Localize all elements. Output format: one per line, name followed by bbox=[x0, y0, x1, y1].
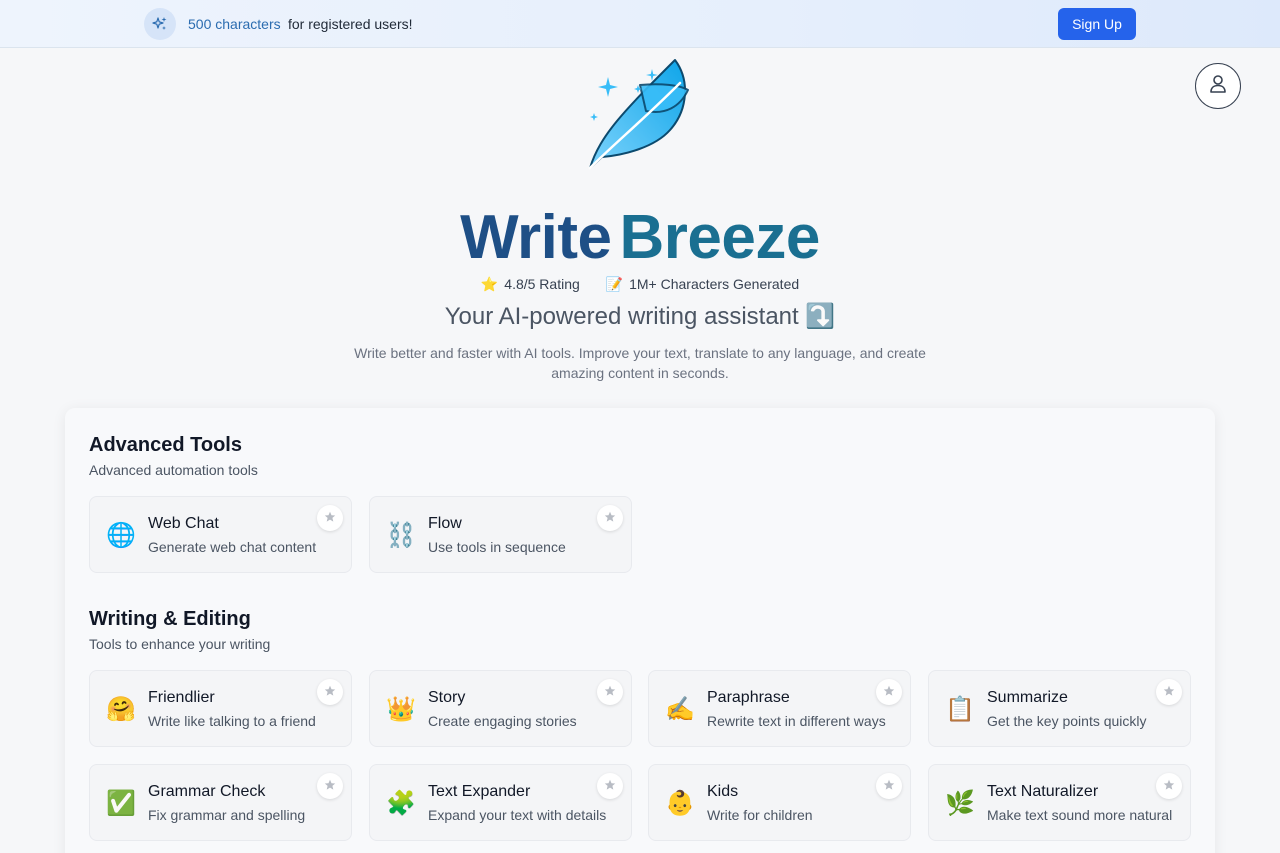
tool-card-grammar-check[interactable]: ✅ Grammar Check Fix grammar and spelling bbox=[89, 764, 352, 841]
characters-stat: 📝 1M+ Characters Generated bbox=[606, 276, 799, 293]
favorite-star-button[interactable] bbox=[317, 773, 343, 799]
profile-button[interactable] bbox=[1195, 63, 1241, 109]
brand-title-part1: Write bbox=[460, 203, 612, 272]
star-icon bbox=[324, 779, 336, 794]
tool-name: Kids bbox=[707, 783, 739, 800]
star-icon bbox=[1163, 779, 1175, 794]
herb-icon: 🌿 bbox=[945, 789, 975, 817]
tool-description: Get the key points quickly bbox=[987, 713, 1147, 729]
feather-logo-icon bbox=[580, 55, 700, 175]
puzzle-piece-icon: 🧩 bbox=[386, 789, 416, 817]
tool-description: Expand your text with details bbox=[428, 807, 607, 823]
stats-row: ⭐ 4.8/5 Rating 📝 1M+ Characters Generated bbox=[0, 276, 1280, 293]
hero-description: Write better and faster with AI tools. I… bbox=[354, 345, 926, 381]
tool-card-friendlier[interactable]: 🤗 Friendlier Write like talking to a fri… bbox=[89, 670, 352, 747]
sign-up-button[interactable]: Sign Up bbox=[1058, 8, 1136, 40]
hugging-face-icon: 🤗 bbox=[106, 695, 136, 723]
tool-name: Summarize bbox=[987, 689, 1068, 706]
promo-banner: 500 characters for registered users! Sig… bbox=[0, 0, 1280, 48]
favorite-star-button[interactable] bbox=[597, 679, 623, 705]
star-icon bbox=[324, 685, 336, 700]
tool-description: Use tools in sequence bbox=[428, 539, 566, 555]
globe-icon: 🌐 bbox=[106, 521, 136, 549]
tool-card-text-expander[interactable]: 🧩 Text Expander Expand your text with de… bbox=[369, 764, 632, 841]
banner-highlight-text: 500 characters bbox=[188, 16, 281, 32]
writing-hand-icon: ✍️ bbox=[665, 695, 695, 723]
tool-name: Grammar Check bbox=[148, 783, 266, 800]
tool-description: Write like talking to a friend bbox=[148, 713, 316, 729]
tool-card-kids[interactable]: 👶 Kids Write for children bbox=[648, 764, 911, 841]
favorite-star-button[interactable] bbox=[876, 773, 902, 799]
tool-description: Make text sound more natural bbox=[987, 807, 1173, 823]
tools-panel: Advanced Tools Advanced automation tools… bbox=[65, 408, 1215, 853]
favorite-star-button[interactable] bbox=[597, 505, 623, 531]
tool-name: Flow bbox=[428, 515, 462, 532]
tool-card-text-naturalizer[interactable]: 🌿 Text Naturalizer Make text sound more … bbox=[928, 764, 1191, 841]
characters-text: 1M+ Characters Generated bbox=[629, 276, 800, 292]
section-subtitle-writing-editing: Tools to enhance your writing bbox=[89, 636, 271, 652]
chain-icon: ⛓️ bbox=[386, 521, 416, 549]
tool-description: Fix grammar and spelling bbox=[148, 807, 306, 823]
check-mark-icon: ✅ bbox=[106, 789, 136, 817]
crown-icon: 👑 bbox=[386, 695, 416, 723]
rating-text: 4.8/5 Rating bbox=[504, 276, 580, 292]
favorite-star-button[interactable] bbox=[1156, 679, 1182, 705]
rating-stat: ⭐ 4.8/5 Rating bbox=[481, 276, 580, 293]
star-icon bbox=[1163, 685, 1175, 700]
tool-card-flow[interactable]: ⛓️ Flow Use tools in sequence bbox=[369, 496, 632, 573]
tool-name: Story bbox=[428, 689, 466, 706]
tool-name: Web Chat bbox=[148, 515, 219, 532]
tagline: Your AI-powered writing assistant ⤵️ bbox=[444, 303, 836, 330]
star-icon bbox=[604, 685, 616, 700]
star-icon: ⭐ bbox=[480, 276, 499, 292]
favorite-star-button[interactable] bbox=[317, 505, 343, 531]
tool-card-web-chat[interactable]: 🌐 Web Chat Generate web chat content bbox=[89, 496, 352, 573]
section-subtitle-advanced-tools: Advanced automation tools bbox=[89, 462, 258, 478]
favorite-star-button[interactable] bbox=[876, 679, 902, 705]
tool-card-summarize[interactable]: 📋 Summarize Get the key points quickly bbox=[928, 670, 1191, 747]
tool-description: Rewrite text in different ways bbox=[707, 713, 886, 729]
brand-title-part2: Breeze bbox=[619, 203, 821, 272]
sparkles-icon bbox=[144, 8, 176, 40]
tool-name: Text Naturalizer bbox=[987, 783, 1099, 800]
tool-card-story[interactable]: 👑 Story Create engaging stories bbox=[369, 670, 632, 747]
tool-description: Write for children bbox=[707, 807, 813, 823]
baby-icon: 👶 bbox=[665, 789, 695, 817]
tool-description: Generate web chat content bbox=[148, 539, 317, 555]
clipboard-icon: 📋 bbox=[945, 695, 975, 723]
star-icon bbox=[883, 779, 895, 794]
favorite-star-button[interactable] bbox=[597, 773, 623, 799]
tool-name: Friendlier bbox=[148, 689, 215, 706]
star-icon bbox=[604, 511, 616, 526]
banner-text: for registered users! bbox=[288, 16, 413, 32]
tool-name: Text Expander bbox=[428, 783, 531, 800]
tool-name: Paraphrase bbox=[707, 689, 790, 706]
star-icon bbox=[604, 779, 616, 794]
tool-card-paraphrase[interactable]: ✍️ Paraphrase Rewrite text in different … bbox=[648, 670, 911, 747]
star-icon bbox=[324, 511, 336, 526]
user-icon bbox=[1207, 73, 1229, 100]
favorite-star-button[interactable] bbox=[317, 679, 343, 705]
brand-title: Write Breeze bbox=[0, 203, 1280, 273]
favorite-star-button[interactable] bbox=[1156, 773, 1182, 799]
section-title-advanced-tools: Advanced Tools bbox=[89, 434, 242, 456]
tool-description: Create engaging stories bbox=[428, 713, 577, 729]
memo-icon: 📝 bbox=[605, 276, 624, 292]
star-icon bbox=[883, 685, 895, 700]
section-title-writing-editing: Writing & Editing bbox=[89, 608, 251, 630]
